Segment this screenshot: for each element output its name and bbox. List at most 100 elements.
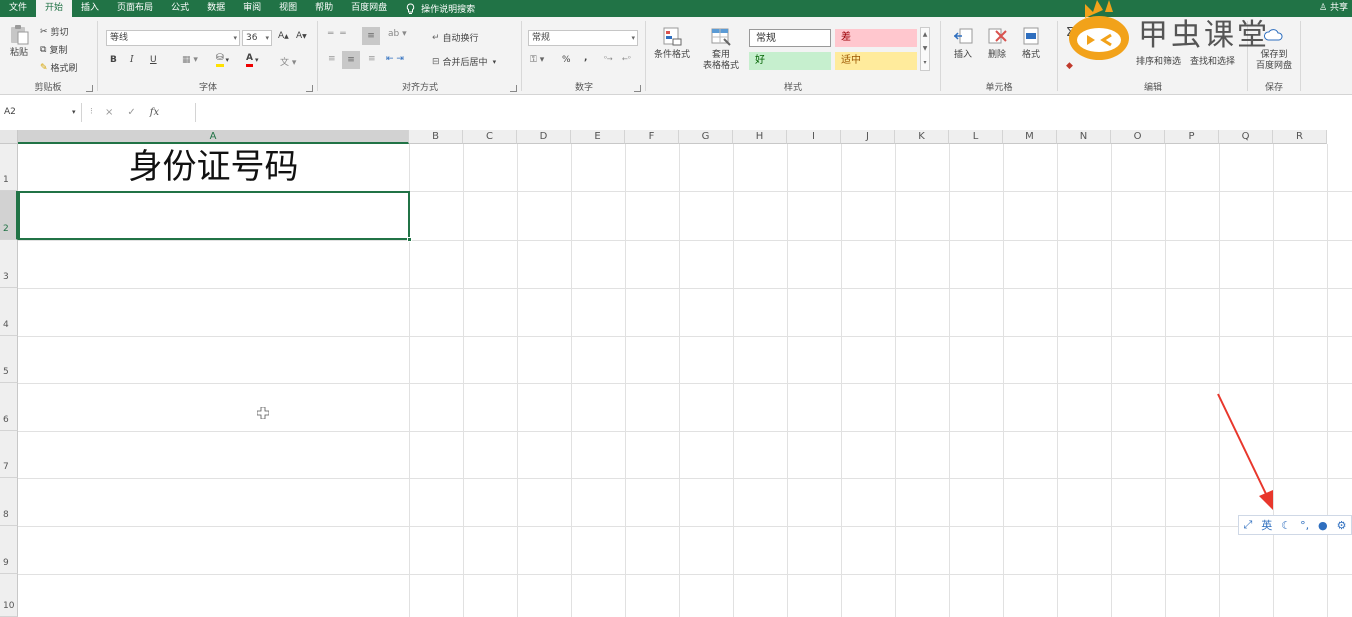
align-right-button[interactable]: ≡ bbox=[368, 54, 376, 64]
column-header-a[interactable]: A bbox=[18, 130, 409, 144]
fill-handle[interactable] bbox=[407, 237, 412, 242]
column-header-b[interactable]: B bbox=[409, 130, 463, 144]
row-header-4[interactable]: 4 bbox=[0, 288, 18, 336]
column-header-c[interactable]: C bbox=[463, 130, 517, 144]
tab-file[interactable]: 文件 bbox=[0, 0, 36, 17]
selected-cell-a2[interactable] bbox=[18, 191, 412, 242]
column-header-o[interactable]: O bbox=[1111, 130, 1165, 144]
style-bad[interactable]: 差 bbox=[835, 29, 917, 47]
column-header-l[interactable]: L bbox=[949, 130, 1003, 144]
row-header-7[interactable]: 7 bbox=[0, 431, 18, 478]
name-box[interactable]: A2 ▾ bbox=[0, 103, 82, 122]
column-header-h[interactable]: H bbox=[733, 130, 787, 144]
column-header-k[interactable]: K bbox=[895, 130, 949, 144]
currency-button[interactable]: ⚿ ▾ bbox=[530, 55, 544, 65]
cancel-icon[interactable]: × bbox=[105, 107, 113, 118]
settings-icon[interactable]: ⚙ bbox=[1337, 519, 1347, 532]
percent-button[interactable]: % bbox=[562, 55, 571, 65]
column-header-j[interactable]: J bbox=[841, 130, 895, 144]
formula-input[interactable] bbox=[195, 103, 1352, 122]
format-cells-button[interactable]: 格式 bbox=[1015, 25, 1047, 61]
align-middle-button[interactable]: ≡ bbox=[362, 27, 380, 45]
row-header-9[interactable]: 9 bbox=[0, 526, 18, 574]
clear-button[interactable]: ◆ bbox=[1066, 61, 1073, 71]
cut-button[interactable]: ✂ 剪切 bbox=[40, 25, 69, 39]
decrease-font-button[interactable]: A ▼ bbox=[296, 31, 307, 41]
orientation-button[interactable]: ab ▾ bbox=[388, 29, 407, 39]
column-header-f[interactable]: F bbox=[625, 130, 679, 144]
increase-font-button[interactable]: A ▲ bbox=[278, 31, 289, 41]
fill-color-button[interactable]: ⛁ ▾ bbox=[216, 53, 229, 67]
merge-center-button[interactable]: ⊟ 合并后居中 ▾ bbox=[432, 55, 496, 69]
tell-me-search[interactable]: 操作说明搜索 bbox=[396, 2, 475, 15]
insert-cells-button[interactable]: 插入 bbox=[947, 25, 979, 61]
user-icon[interactable]: ● bbox=[1318, 519, 1328, 532]
row-header-8[interactable]: 8 bbox=[0, 478, 18, 526]
ime-toolbar[interactable]: ⤢ 英 ☾ °, ● ⚙ bbox=[1238, 515, 1352, 535]
tab-home[interactable]: 开始 bbox=[36, 0, 73, 17]
number-launcher-icon[interactable] bbox=[634, 85, 641, 92]
punctuation-icon[interactable]: °, bbox=[1300, 519, 1309, 532]
select-all-button[interactable] bbox=[0, 130, 18, 144]
row-header-2[interactable]: 2 bbox=[0, 191, 18, 240]
align-top-button[interactable]: ═ ═ bbox=[328, 29, 348, 39]
copy-button[interactable]: ⧉ 复制 bbox=[40, 43, 67, 57]
italic-button[interactable]: I bbox=[130, 55, 134, 65]
column-header-r[interactable]: R bbox=[1273, 130, 1327, 144]
number-format-select[interactable]: 常规 ▾ bbox=[528, 30, 638, 46]
delete-cells-button[interactable]: 删除 bbox=[981, 25, 1013, 61]
font-launcher-icon[interactable] bbox=[306, 85, 313, 92]
phonetic-button[interactable]: 文 ▾ bbox=[280, 55, 296, 68]
font-size-select[interactable]: 36 ▾ bbox=[242, 30, 272, 46]
tab-view[interactable]: 视图 bbox=[270, 0, 306, 17]
column-header-p[interactable]: P bbox=[1165, 130, 1219, 144]
insert-function-icon[interactable]: fx bbox=[150, 107, 159, 118]
bold-button[interactable]: B bbox=[110, 55, 117, 65]
border-button[interactable]: ▦ ▾ bbox=[182, 55, 198, 65]
cell-a1[interactable]: 身份证号码 bbox=[18, 144, 409, 191]
tab-review[interactable]: 审阅 bbox=[234, 0, 270, 17]
tab-page-layout[interactable]: 页面布局 bbox=[108, 0, 162, 17]
wrap-text-button[interactable]: ↵ 自动换行 bbox=[432, 31, 479, 45]
styles-scroll[interactable]: ▲ ▼ ▾ bbox=[920, 27, 930, 71]
paste-button[interactable]: 粘贴 bbox=[6, 23, 32, 59]
comma-button[interactable]: , bbox=[584, 53, 587, 63]
row-header-5[interactable]: 5 bbox=[0, 336, 18, 383]
style-good[interactable]: 好 bbox=[749, 52, 831, 70]
tab-insert[interactable]: 插入 bbox=[72, 0, 108, 17]
spreadsheet-grid[interactable]: ABCDEFGHIJKLMNOPQR 1 2 3 4 5 6 7 8 9 10 身份证号码 bbox=[0, 130, 1352, 617]
font-color-button[interactable]: A ▾ bbox=[246, 53, 258, 67]
align-center-button[interactable]: ≡ bbox=[342, 51, 360, 69]
ime-menu-icon[interactable]: ⤢ bbox=[1243, 518, 1252, 532]
underline-button[interactable]: U bbox=[150, 55, 157, 65]
alignment-launcher-icon[interactable] bbox=[510, 85, 517, 92]
increase-decimal-button[interactable]: ⁰→ bbox=[604, 55, 613, 63]
row-header-10[interactable]: 10 bbox=[0, 574, 18, 617]
column-header-m[interactable]: M bbox=[1003, 130, 1057, 144]
column-header-e[interactable]: E bbox=[571, 130, 625, 144]
font-name-select[interactable]: 等线 ▾ bbox=[106, 30, 240, 46]
row-header-3[interactable]: 3 bbox=[0, 240, 18, 288]
column-header-n[interactable]: N bbox=[1057, 130, 1111, 144]
column-header-i[interactable]: I bbox=[787, 130, 841, 144]
format-painter-button[interactable]: ✎ 格式刷 bbox=[40, 61, 78, 75]
column-header-q[interactable]: Q bbox=[1219, 130, 1273, 144]
clipboard-launcher-icon[interactable] bbox=[86, 85, 93, 92]
indent-buttons[interactable]: ⇤ ⇥ bbox=[386, 54, 404, 64]
tab-help[interactable]: 帮助 bbox=[306, 0, 342, 17]
enter-icon[interactable]: ✓ bbox=[127, 107, 135, 118]
row-header-1[interactable]: 1 bbox=[0, 144, 18, 191]
conditional-format-button[interactable]: 条件格式 bbox=[650, 25, 694, 61]
column-header-d[interactable]: D bbox=[517, 130, 571, 144]
tab-baidu-netdisk[interactable]: 百度网盘 bbox=[342, 0, 396, 17]
style-neutral[interactable]: 适中 bbox=[835, 52, 917, 70]
style-normal[interactable]: 常规 bbox=[749, 29, 831, 47]
ime-mode-toggle[interactable]: 英 bbox=[1261, 517, 1272, 533]
decrease-decimal-button[interactable]: ←⁰ bbox=[622, 55, 631, 63]
tab-data[interactable]: 数据 bbox=[198, 0, 234, 17]
format-as-table-button[interactable]: 套用 表格格式 bbox=[696, 25, 746, 72]
moon-icon[interactable]: ☾ bbox=[1281, 519, 1291, 532]
row-header-6[interactable]: 6 bbox=[0, 383, 18, 431]
tab-formulas[interactable]: 公式 bbox=[162, 0, 198, 17]
align-left-button[interactable]: ≡ bbox=[328, 54, 336, 64]
